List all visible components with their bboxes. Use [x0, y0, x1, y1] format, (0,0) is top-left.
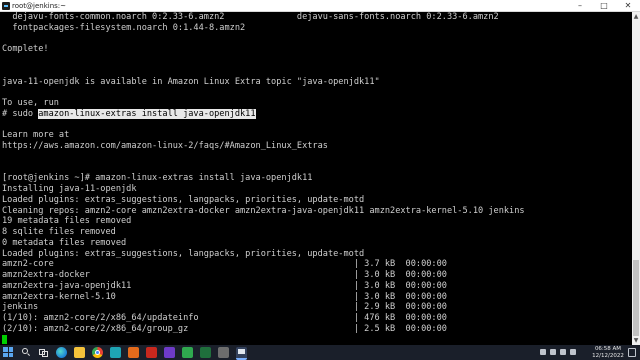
- terminal-line: Loaded plugins: extras_suggestions, lang…: [2, 194, 365, 205]
- taskbar: 06:58 AM 12/12/2022: [0, 345, 640, 360]
- notification-icon[interactable]: [628, 348, 636, 357]
- terminal-line: 8 sqlite files removed: [2, 227, 116, 237]
- terminal-line-prefix: # sudo: [2, 108, 39, 119]
- chevron-up-icon[interactable]: [540, 349, 546, 355]
- close-button[interactable]: ✕: [616, 0, 640, 11]
- terminal-line: Cleaning repos: amzn2-core amzn2extra-do…: [2, 205, 525, 216]
- terminal-line: Learn more at: [2, 130, 70, 141]
- task-view-icon[interactable]: [38, 347, 49, 358]
- windows-start-button[interactable]: [3, 347, 14, 358]
- network-icon[interactable]: [550, 349, 556, 355]
- terminal-line: java-11-openjdk is available in Amazon L…: [2, 76, 380, 87]
- selected-text[interactable]: amazon-linux-extras install java-openjdk…: [38, 108, 256, 119]
- terminal-line: [2, 334, 630, 346]
- terminal-line: To use, run: [2, 98, 59, 108]
- clock[interactable]: 06:58 AM 12/12/2022: [590, 346, 626, 359]
- terminal-line: 19 metadata files removed: [2, 216, 132, 227]
- vertical-scrollbar[interactable]: ▲ ▼: [632, 12, 640, 345]
- terminal-line: amzn2-core | 3.7 kB 00:00:00: [2, 259, 447, 270]
- terminal-line: amzn2extra-kernel-5.10 | 3.0 kB 00:00:00: [2, 291, 447, 302]
- clock-time: 06:58 AM: [594, 346, 622, 352]
- terminal-line: fontpackages-filesystem.noarch 0:1.44-8.…: [2, 22, 246, 33]
- terminal-line: dejavu-fonts-common.noarch 0:2.33-6.amzn…: [2, 12, 499, 22]
- putty-taskbar-icon[interactable]: [236, 347, 247, 360]
- clock-date: 12/12/2022: [592, 352, 624, 359]
- terminal-line: 0 metadata files removed: [2, 237, 127, 248]
- file-explorer-icon[interactable]: [74, 347, 85, 358]
- windows-logo-icon: [3, 347, 8, 352]
- windows-logo-icon: [8, 347, 13, 352]
- terminal-lines: dejavu-fonts-common.noarch 0:2.33-6.amzn…: [2, 12, 630, 345]
- scroll-down-arrow-icon[interactable]: ▼: [632, 336, 640, 345]
- search-icon[interactable]: [20, 347, 31, 358]
- terminal-cursor: [2, 334, 7, 344]
- terminal-line: (2/10): amzn2-core/2/x86_64/group_gz | 2…: [2, 323, 447, 334]
- app-icon[interactable]: [182, 347, 193, 358]
- window-title: root@jenkins:~: [12, 2, 67, 10]
- terminal-line: [root@jenkins ~]# amazon-linux-extras in…: [2, 173, 313, 184]
- terminal-line: # sudo amazon-linux-extras install java-…: [2, 108, 630, 120]
- terminal-line: https://aws.amazon.com/amazon-linux-2/fa…: [2, 141, 328, 151]
- title-bar: root@jenkins:~ – □ ✕: [0, 0, 640, 12]
- terminal-line: Installing java-11-openjdk: [2, 184, 137, 194]
- terminal-line: amzn2extra-java-openjdk11 | 3.0 kB 00:00…: [2, 280, 447, 291]
- app-icon[interactable]: [146, 347, 157, 358]
- app-icon[interactable]: [164, 347, 175, 358]
- app-icon[interactable]: [218, 347, 229, 358]
- edge-icon[interactable]: [56, 347, 67, 358]
- terminal-line: (1/10): amzn2-core/2/x86_64/updateinfo |…: [2, 313, 447, 323]
- app-icon[interactable]: [110, 347, 121, 358]
- windows-logo-icon: [3, 352, 8, 357]
- scroll-thumb[interactable]: [633, 260, 639, 336]
- volume-icon[interactable]: [560, 349, 566, 355]
- app-icon[interactable]: [128, 347, 139, 358]
- windows-logo-icon: [8, 352, 13, 357]
- terminal-line: Complete!: [2, 44, 49, 55]
- scroll-up-arrow-icon[interactable]: ▲: [632, 12, 640, 21]
- terminal-line: amzn2extra-docker | 3.0 kB 00:00:00: [2, 270, 447, 280]
- putty-icon: [2, 2, 10, 10]
- chrome-icon[interactable]: [92, 347, 103, 358]
- language-icon[interactable]: [570, 349, 576, 355]
- terminal-line: Loaded plugins: extras_suggestions, lang…: [2, 248, 365, 259]
- maximize-button[interactable]: □: [592, 0, 616, 11]
- terminal-output[interactable]: dejavu-fonts-common.noarch 0:2.33-6.amzn…: [0, 12, 632, 345]
- minimize-button[interactable]: –: [568, 0, 592, 11]
- terminal-line: jenkins | 2.9 kB 00:00:00: [2, 302, 447, 313]
- app-icon[interactable]: [200, 347, 211, 358]
